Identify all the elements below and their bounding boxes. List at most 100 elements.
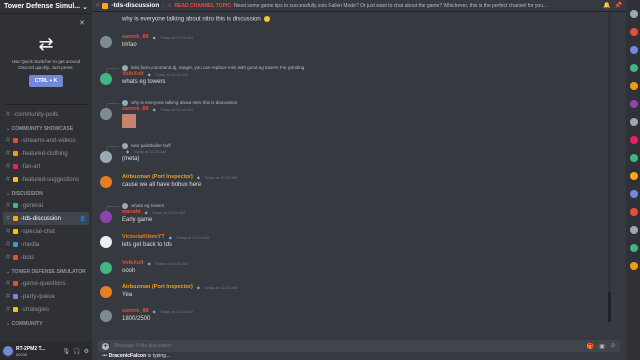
quick-switcher-shortcut[interactable]: CTRL + K — [28, 75, 64, 87]
avatar[interactable] — [100, 73, 112, 85]
avatar[interactable] — [100, 286, 112, 298]
hash-icon: # — [6, 241, 10, 248]
chat-message[interactable]: Airbuzman (Port Inspector) ◆ Today at 10:2… — [98, 284, 620, 298]
chevron-down-icon[interactable]: ⌄ — [82, 3, 88, 11]
add-member-icon[interactable]: 👤 — [80, 216, 86, 222]
member-avatar[interactable] — [630, 226, 638, 234]
server-header[interactable]: Tower Defense Simul... ⌄ — [0, 0, 92, 14]
role-badge-icon: ◆ — [152, 308, 156, 314]
message-author[interactable]: samok_88 — [122, 308, 149, 314]
channel-category[interactable]: ⌄ COMMUNITY — [0, 316, 92, 329]
sidebar-channel[interactable]: # -game-questions — [3, 277, 89, 290]
chat-message[interactable]: Airbuzman (Port Inspector) ◆ Today at 10:2… — [98, 174, 620, 188]
avatar[interactable] — [100, 211, 112, 223]
gift-icon[interactable]: 🎁 — [587, 343, 594, 350]
avatar[interactable] — [100, 108, 112, 120]
avatar[interactable] — [100, 176, 112, 188]
sidebar-channel[interactable]: # -community-polls — [3, 108, 89, 121]
scrollbar[interactable] — [608, 12, 611, 322]
avatar[interactable] — [100, 236, 112, 248]
chat-message[interactable]: samok_88 ◆ Today at 10:24 AM 1800/2500 — [98, 308, 620, 322]
chat-message[interactable]: new paintballer buff ◆ Today at 10:24 AM (m… — [98, 142, 620, 163]
category-label: TOWER DEFENSE SIMULATOR — [11, 269, 86, 275]
message-author[interactable]: VolkXolt — [122, 71, 144, 77]
reply-reference[interactable]: why is everyone talking about nitro this… — [106, 99, 620, 109]
member-avatar[interactable] — [630, 136, 638, 144]
sidebar-channel[interactable]: # -media — [3, 238, 89, 251]
message-author[interactable]: Airbuzman (Port Inspector) — [122, 284, 193, 290]
member-avatar[interactable] — [630, 118, 638, 126]
member-avatar[interactable] — [630, 100, 638, 108]
channel-list: # -community-polls ⌄ COMMUNITY SHOWCASE # -s… — [0, 108, 92, 329]
emoji-image[interactable] — [122, 114, 136, 128]
chat-message[interactable]: why is everyone talking about nitro this… — [98, 14, 620, 23]
member-avatar[interactable] — [630, 64, 638, 72]
member-avatar[interactable] — [630, 46, 638, 54]
message-author[interactable]: VictoriaKittenYT — [122, 234, 165, 240]
chat-message[interactable]: VolkXolt ◆ Today at 10:24 AM oooh — [98, 260, 620, 274]
avatar[interactable] — [100, 262, 112, 274]
message-author[interactable]: samok_88 — [122, 106, 149, 112]
member-avatar[interactable] — [630, 190, 638, 198]
channel-label: -game-questions — [20, 280, 66, 287]
chat-message[interactable]: whats eg towers wanahi ◆ Today at 10:24 AM E… — [98, 202, 620, 223]
reply-text: why is everyone talking about nitro this… — [131, 100, 238, 105]
role-badge-icon: ◆ — [144, 209, 148, 215]
channel-category[interactable]: ⌄ DISCUSSION — [0, 186, 92, 199]
attach-plus-icon[interactable]: + — [102, 342, 109, 350]
bell-icon[interactable]: 🔔 — [603, 2, 610, 9]
gif-icon[interactable]: ▣ — [599, 343, 605, 350]
headphones-icon[interactable]: 🎧 — [73, 348, 80, 355]
sidebar-channel[interactable]: # -general — [3, 199, 89, 212]
channel-category[interactable]: ⌄ TOWER DEFENSE SIMULATOR — [0, 264, 92, 277]
message-input[interactable]: Message #-tds-discussion — [114, 343, 172, 349]
channel-emoji-icon — [102, 2, 109, 9]
avatar[interactable] — [100, 151, 112, 163]
quick-switcher-tip: ✕ ⇄ Use Quick Switcher to get around Dis… — [4, 17, 88, 105]
member-avatar[interactable] — [630, 28, 638, 36]
member-avatar[interactable] — [630, 10, 638, 18]
message-author[interactable]: wanahi — [122, 209, 141, 215]
category-label: DISCUSSION — [11, 191, 43, 197]
sidebar-channel[interactable]: # -bots — [3, 251, 89, 264]
chat-message[interactable]: VictoriaKittenYT ◆ Today at 10:24 AM lets g… — [98, 234, 620, 248]
sidebar-channel[interactable]: # -tds-discussion 👤 — [3, 212, 89, 225]
channel-category[interactable]: ⌄ COMMUNITY SHOWCASE — [0, 121, 92, 134]
sidebar-channel[interactable]: # -streams-and-videos — [3, 134, 89, 147]
microphone-icon[interactable]: 🎙 — [63, 348, 71, 355]
gear-icon[interactable]: ⚙ — [84, 348, 89, 355]
chat-message[interactable]: why is everyone talking about nitro this… — [98, 99, 620, 128]
member-avatar[interactable] — [630, 172, 638, 180]
channel-topic[interactable]: Need some game tips to successfully solo… — [234, 3, 547, 9]
emoji-picker-icon[interactable]: ☺ — [610, 343, 616, 350]
member-avatar[interactable] — [630, 262, 638, 270]
message-timestamp: Today at 10:24 AM — [151, 209, 185, 215]
sidebar-channel[interactable]: # -fan-art — [3, 160, 89, 173]
sidebar-channel[interactable]: # -featured-clothing — [3, 147, 89, 160]
sidebar-channel[interactable]: # -party-queue — [3, 290, 89, 303]
message-author[interactable]: samok_88 — [122, 34, 149, 40]
member-avatar[interactable] — [630, 244, 638, 252]
close-icon[interactable]: ✕ — [79, 19, 85, 27]
sidebar-channel[interactable]: # -featured-suggestions — [3, 173, 89, 186]
reply-reference[interactable]: Mini,farm,command,dj, ranger, you can re… — [106, 64, 620, 74]
avatar[interactable] — [3, 346, 13, 356]
user-name: RT-2PM2 T... — [16, 345, 46, 352]
message-timestamp: Today at 10:24 AM — [133, 149, 167, 154]
message-text: lets get back to tds — [122, 242, 173, 248]
chat-message[interactable]: samok_88 ◆ Today at 10:23 AM lmfao — [98, 34, 620, 48]
reply-reference[interactable]: new paintballer buff — [106, 142, 620, 152]
sidebar-channel[interactable]: # -strategies — [3, 303, 89, 316]
message-author[interactable]: VolkXolt — [122, 260, 144, 266]
avatar[interactable] — [100, 36, 112, 48]
member-avatar[interactable] — [630, 82, 638, 90]
member-avatar[interactable] — [630, 154, 638, 162]
message-composer: + Message #-tds-discussion 🎁 ▣ ☺ — [98, 340, 620, 352]
pin-icon[interactable]: 📌 — [615, 2, 622, 9]
chat-message[interactable]: Mini,farm,command,dj, ranger, you can re… — [98, 64, 620, 85]
message-author[interactable]: Airbuzman (Port Inspector) — [122, 174, 193, 180]
reply-reference[interactable]: whats eg towers — [106, 202, 620, 212]
avatar[interactable] — [100, 310, 112, 322]
member-avatar[interactable] — [630, 208, 638, 216]
sidebar-channel[interactable]: # -special-chat — [3, 225, 89, 238]
